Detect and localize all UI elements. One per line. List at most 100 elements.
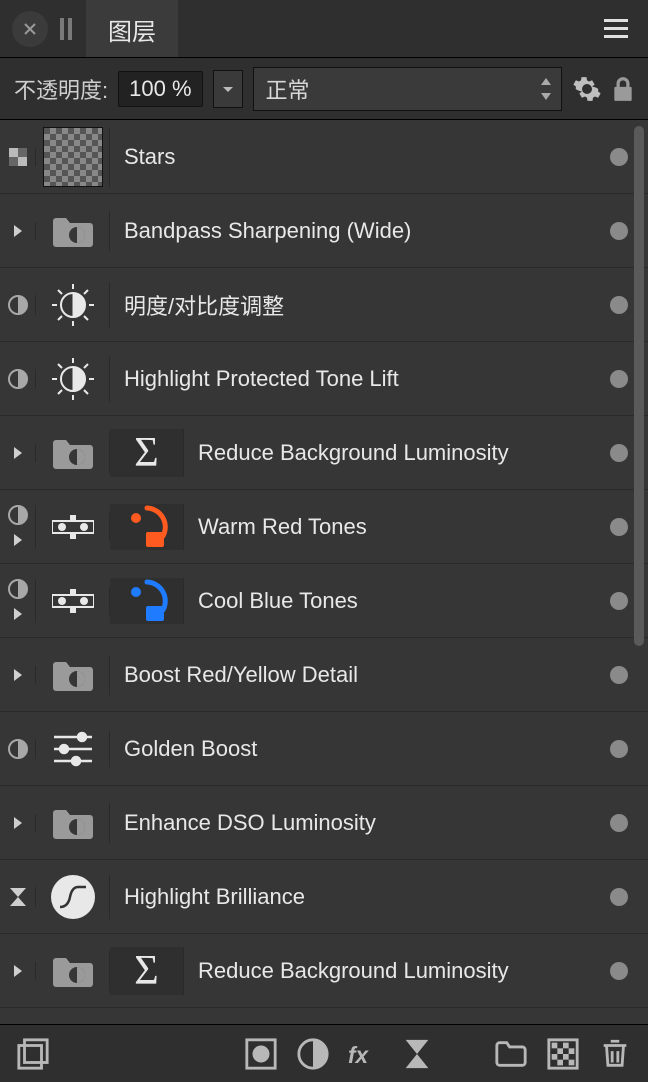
layer-name[interactable]: Highlight Brilliance xyxy=(110,884,610,910)
group-icon xyxy=(50,803,96,843)
group-button[interactable] xyxy=(494,1037,528,1071)
layer-row[interactable]: Boost Red/Yellow Detail xyxy=(0,638,648,712)
layer-row[interactable]: Warm Red Tones xyxy=(0,490,648,564)
chevron-down-icon xyxy=(222,83,234,95)
layer-row[interactable]: Enhance DSO Luminosity xyxy=(0,786,648,860)
scrollbar-thumb[interactable] xyxy=(634,126,644,646)
layer-name[interactable]: Warm Red Tones xyxy=(184,514,610,540)
layer-secondary-icon-cell: Σ xyxy=(110,429,184,477)
svg-text:fx: fx xyxy=(348,1042,370,1068)
expand-button[interactable] xyxy=(9,666,27,684)
visibility-toggle[interactable] xyxy=(610,370,628,388)
layer-toggle-column xyxy=(0,148,36,166)
adjustment-indicator-icon xyxy=(8,505,28,525)
layer-row[interactable]: Highlight Protected Tone Lift xyxy=(0,342,648,416)
layer-name[interactable]: 明度/对比度调整 xyxy=(110,289,610,321)
layer-name[interactable]: Stars xyxy=(110,144,610,170)
lock-icon xyxy=(612,76,634,102)
layer-type-icon-cell xyxy=(36,587,110,615)
layer-type-icon-cell xyxy=(36,433,110,473)
stack-button[interactable] xyxy=(16,1037,50,1071)
visibility-toggle[interactable] xyxy=(610,222,628,240)
visibility-toggle[interactable] xyxy=(610,740,628,758)
layer-row[interactable]: ΣReduce Background Luminosity xyxy=(0,934,648,1008)
layer-name[interactable]: Reduce Background Luminosity xyxy=(184,440,610,466)
layer-name[interactable]: Boost Red/Yellow Detail xyxy=(110,662,610,688)
expand-button[interactable] xyxy=(9,962,27,980)
brightness-contrast-icon xyxy=(50,356,96,402)
layer-type-icon-cell xyxy=(36,513,110,541)
gradient-map-icon xyxy=(52,587,94,615)
layer-row[interactable]: Bandpass Sharpening (Wide) xyxy=(0,194,648,268)
new-layer-button[interactable] xyxy=(546,1037,580,1071)
layer-type-icon-cell xyxy=(36,211,110,251)
layer-name[interactable]: Golden Boost xyxy=(110,736,610,762)
layer-toggle-column xyxy=(0,666,36,684)
visibility-toggle[interactable] xyxy=(610,814,628,832)
visibility-toggle[interactable] xyxy=(610,148,628,166)
layer-name[interactable]: Bandpass Sharpening (Wide) xyxy=(110,218,610,244)
gradient-map-icon xyxy=(52,513,94,541)
live-filter-button[interactable] xyxy=(400,1037,434,1071)
visibility-toggle[interactable] xyxy=(610,518,628,536)
opacity-dropdown-button[interactable] xyxy=(213,70,243,108)
settings-button[interactable] xyxy=(572,74,602,104)
visibility-toggle[interactable] xyxy=(610,962,628,980)
layer-type-icon-cell xyxy=(36,875,110,919)
layer-type-icon-cell xyxy=(36,356,110,402)
blend-mode-value: 正常 xyxy=(266,73,310,105)
layer-row[interactable]: ΣReduce Background Luminosity xyxy=(0,416,648,490)
opacity-input[interactable]: 100 % xyxy=(118,71,202,107)
layer-row[interactable]: Golden Boost xyxy=(0,712,648,786)
adjustment-button[interactable] xyxy=(296,1037,330,1071)
visibility-toggle[interactable] xyxy=(610,444,628,462)
expand-button[interactable] xyxy=(9,531,27,549)
color-overlay-red-icon xyxy=(124,504,170,550)
adjustment-indicator-icon xyxy=(8,579,28,599)
layer-name[interactable]: Reduce Background Luminosity xyxy=(184,958,610,984)
blend-mode-select[interactable]: 正常 xyxy=(253,67,562,111)
layer-toggle-column xyxy=(0,579,36,623)
pause-icon xyxy=(60,18,72,40)
options-bar: 不透明度: 100 % 正常 xyxy=(0,58,648,120)
layer-secondary-icon-cell: Σ xyxy=(110,947,184,995)
fx-button[interactable]: fx xyxy=(348,1037,382,1071)
expand-button[interactable] xyxy=(9,222,27,240)
sliders-icon xyxy=(52,731,94,767)
layer-row[interactable]: Highlight Brilliance xyxy=(0,860,648,934)
panel-tab-layers[interactable]: 图层 xyxy=(86,0,178,57)
mask-button[interactable] xyxy=(244,1037,278,1071)
layer-row[interactable]: Stars xyxy=(0,120,648,194)
layer-list[interactable]: Stars Bandpass Sharpening (Wide) 明度/对比度调整 H… xyxy=(0,120,648,1024)
layer-name[interactable]: Enhance DSO Luminosity xyxy=(110,810,610,836)
delete-button[interactable] xyxy=(598,1037,632,1071)
panel-menu-button[interactable] xyxy=(596,11,636,46)
layer-toggle-column xyxy=(0,505,36,549)
group-icon xyxy=(50,433,96,473)
visibility-toggle[interactable] xyxy=(610,666,628,684)
mask-icon xyxy=(244,1037,278,1071)
layer-row[interactable]: Cool Blue Tones xyxy=(0,564,648,638)
layer-name[interactable]: Highlight Protected Tone Lift xyxy=(110,366,610,392)
layer-row[interactable]: 明度/对比度调整 xyxy=(0,268,648,342)
layer-name[interactable]: Cool Blue Tones xyxy=(184,588,610,614)
layer-type-icon-cell xyxy=(36,127,110,187)
layer-toggle-column xyxy=(0,295,36,315)
expand-button[interactable] xyxy=(9,605,27,623)
lock-button[interactable] xyxy=(612,76,634,102)
layer-toggle-column xyxy=(0,962,36,980)
expand-button[interactable] xyxy=(9,444,27,462)
checker-square-icon xyxy=(546,1037,580,1071)
layer-thumbnail[interactable] xyxy=(43,127,103,187)
scrollbar[interactable] xyxy=(634,126,644,1018)
visibility-toggle[interactable] xyxy=(610,296,628,314)
layer-secondary-icon-cell xyxy=(110,578,184,624)
visibility-toggle[interactable] xyxy=(610,592,628,610)
half-circle-icon xyxy=(296,1037,330,1071)
layer-toggle-column xyxy=(0,814,36,832)
close-button[interactable] xyxy=(12,11,48,47)
adjustment-indicator-icon xyxy=(8,295,28,315)
adjustment-indicator-icon xyxy=(8,739,28,759)
expand-button[interactable] xyxy=(9,814,27,832)
visibility-toggle[interactable] xyxy=(610,888,628,906)
